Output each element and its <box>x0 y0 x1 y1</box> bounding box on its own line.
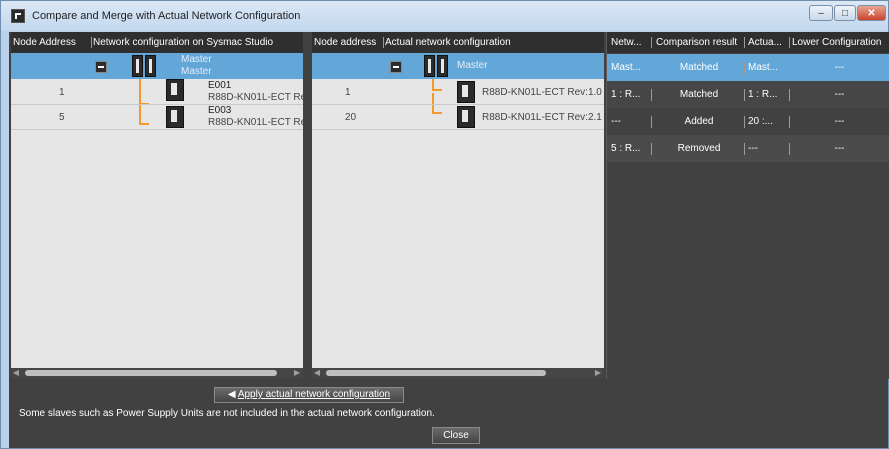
node-name-e003: E003 <box>208 105 232 116</box>
horizontal-scrollbar[interactable]: ◀ ▶ <box>312 368 604 378</box>
left-panel-header: Node Address Network configuration on Sy… <box>11 32 303 53</box>
apply-actual-config-button[interactable]: ◀ Apply actual network configuration <box>214 387 404 403</box>
row-divider <box>312 104 604 105</box>
node-address-20: 20 <box>345 112 357 123</box>
servo-drive-icon <box>166 79 184 101</box>
actual-config-tree[interactable]: Master 1 R88D-KN01L-ECT Rev:1.0 20 R88D-… <box>312 53 604 368</box>
table-row[interactable]: Mast... Matched Mast... --- <box>607 54 889 81</box>
master-sub: Master <box>181 66 212 77</box>
table-cell: --- <box>834 116 845 127</box>
scroll-thumb[interactable] <box>25 370 277 376</box>
table-cell: --- <box>834 143 845 154</box>
sysmac-config-tree[interactable]: Master Master 1 E001 R88D-KN01L-ECT Re 5… <box>11 53 303 368</box>
comparison-table: Netw... Comparison result Actua... Lower… <box>606 32 889 379</box>
dialog-window: Compare and Merge with Actual Network Co… <box>0 0 889 449</box>
table-cell: 1 : R... <box>611 89 641 100</box>
horizontal-scrollbar[interactable]: ◀ ▶ <box>11 368 303 378</box>
node-address-1: 1 <box>59 87 65 98</box>
table-row[interactable]: 1 : R... Matched 1 : R... --- <box>607 81 889 108</box>
dialog-client: Node Address Network configuration on Sy… <box>9 32 889 448</box>
connection-line-icon <box>139 105 149 125</box>
scroll-right-icon[interactable]: ▶ <box>593 368 603 378</box>
master-controller-icon <box>424 55 450 77</box>
column-separator[interactable] <box>744 37 745 48</box>
title-bar[interactable]: Compare and Merge with Actual Network Co… <box>1 1 888 31</box>
node-device-e003[interactable]: R88D-KN01L-ECT Re <box>208 117 303 128</box>
connection-line-icon <box>139 79 149 105</box>
row-divider <box>11 104 303 105</box>
node-address-1: 1 <box>345 87 351 98</box>
column-separator[interactable] <box>383 37 384 48</box>
node-name-e001: E001 <box>208 80 232 91</box>
master-name: Master <box>457 60 488 71</box>
column-separator[interactable] <box>91 37 92 48</box>
scroll-thumb[interactable] <box>326 370 546 376</box>
connection-line-icon <box>432 79 442 91</box>
column-header-lower-configuration[interactable]: Lower Configuration <box>792 32 882 53</box>
master-row[interactable]: Master Master <box>11 53 303 79</box>
column-header-actual-config[interactable]: Actual network configuration <box>385 32 511 53</box>
servo-drive-icon <box>457 81 475 103</box>
node-device-1[interactable]: R88D-KN01L-ECT Rev:1.0 <box>482 87 602 98</box>
table-cell: --- <box>611 116 621 127</box>
table-row[interactable]: --- Added 20 :... --- <box>607 108 889 135</box>
left-arrow-icon: ◀ <box>227 389 236 400</box>
table-cell: 5 : R... <box>611 143 641 154</box>
close-button[interactable]: Close <box>432 427 480 444</box>
node-device-e001[interactable]: R88D-KN01L-ECT Re <box>208 92 303 103</box>
row-divider <box>312 129 604 130</box>
table-row[interactable]: 5 : R... Removed --- --- <box>607 135 889 162</box>
column-header-sysmac-config[interactable]: Network configuration on Sysmac Studio <box>93 32 273 53</box>
table-cell: Mast... <box>611 62 642 73</box>
maximize-button[interactable]: □ <box>834 5 856 21</box>
apply-button-label: Apply actual network configuration <box>237 389 391 400</box>
scroll-right-icon[interactable]: ▶ <box>292 368 302 378</box>
app-icon <box>11 9 25 23</box>
table-cell: Matched <box>679 89 719 100</box>
scroll-left-icon[interactable]: ◀ <box>11 368 21 378</box>
node-device-20[interactable]: R88D-KN01L-ECT Rev:2.1 <box>482 112 602 123</box>
middle-panel-header: Node address Actual network configuratio… <box>312 32 604 53</box>
column-header-node-address[interactable]: Node address <box>314 32 376 53</box>
info-note: Some slaves such as Power Supply Units a… <box>19 408 435 419</box>
servo-drive-icon <box>166 106 184 128</box>
master-row[interactable]: Master <box>312 53 604 79</box>
column-header-comparison-result[interactable]: Comparison result <box>656 32 737 53</box>
column-header-network[interactable]: Netw... <box>611 32 642 53</box>
collapse-icon[interactable] <box>390 61 402 73</box>
servo-drive-icon <box>457 106 475 128</box>
table-cell: 20 :... <box>748 116 774 127</box>
table-cell: --- <box>834 62 845 73</box>
table-cell: --- <box>748 143 758 154</box>
master-controller-icon <box>132 55 158 77</box>
master-name: Master <box>181 54 212 65</box>
table-cell: Mast... <box>748 62 779 73</box>
comparison-table-header: Netw... Comparison result Actua... Lower… <box>607 32 889 53</box>
node-address-5: 5 <box>59 112 65 123</box>
table-cell: Removed <box>677 143 721 154</box>
window-title: Compare and Merge with Actual Network Co… <box>32 10 301 22</box>
minimize-button[interactable]: – <box>809 5 833 21</box>
table-cell: Matched <box>679 62 719 73</box>
row-divider <box>11 129 303 130</box>
close-window-button[interactable]: ✕ <box>857 5 886 21</box>
table-cell: --- <box>834 89 845 100</box>
column-header-actual[interactable]: Actua... <box>748 32 782 53</box>
scroll-left-icon[interactable]: ◀ <box>312 368 322 378</box>
column-separator[interactable] <box>651 37 652 48</box>
column-separator[interactable] <box>789 37 790 48</box>
table-cell: Added <box>684 116 714 127</box>
collapse-icon[interactable] <box>95 61 107 73</box>
table-cell: 1 : R... <box>748 89 778 100</box>
column-header-node-address[interactable]: Node Address <box>13 32 76 53</box>
